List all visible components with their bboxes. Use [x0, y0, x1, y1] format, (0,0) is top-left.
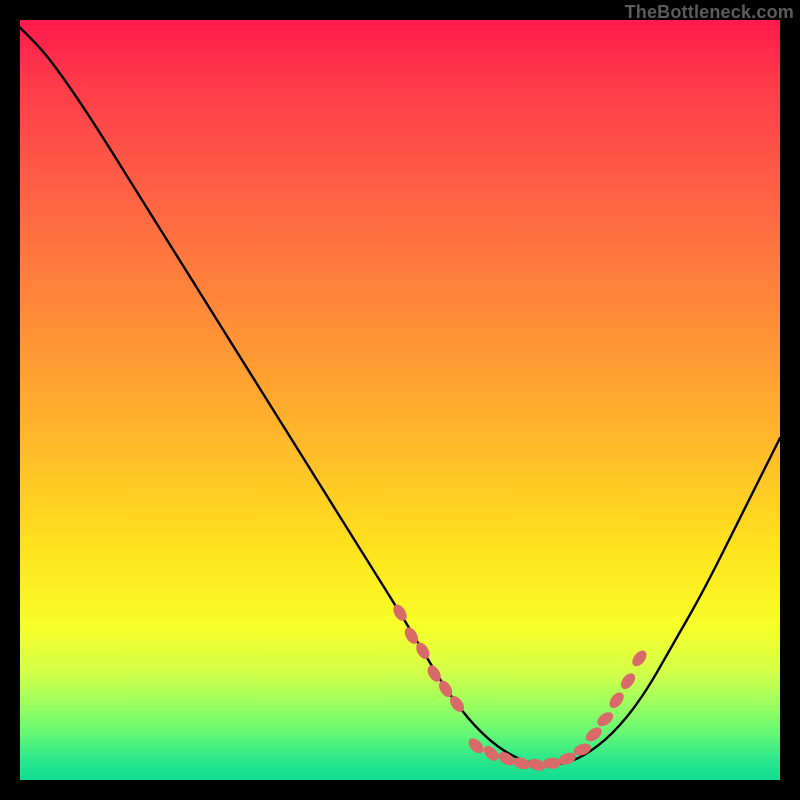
dot — [413, 640, 432, 661]
dot — [391, 602, 410, 623]
dot — [629, 648, 649, 669]
dot — [583, 725, 604, 745]
chart-frame: TheBottleneck.com — [0, 0, 800, 800]
chart-svg — [20, 20, 780, 780]
dot — [543, 758, 561, 769]
dot — [618, 671, 638, 692]
plot-area — [20, 20, 780, 780]
bottleneck-curve — [20, 28, 780, 765]
scatter-dots — [391, 602, 650, 773]
dot — [595, 709, 616, 729]
dot — [607, 690, 627, 711]
dot — [466, 736, 487, 757]
